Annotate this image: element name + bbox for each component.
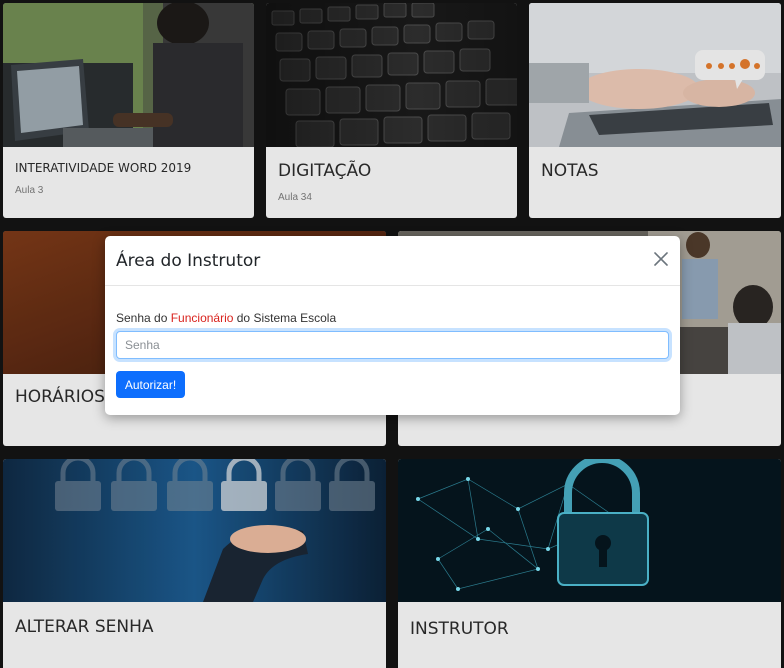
label-highlight: Funcionário bbox=[170, 311, 234, 325]
password-input[interactable] bbox=[116, 331, 669, 359]
close-icon bbox=[654, 252, 668, 266]
close-button[interactable] bbox=[650, 248, 672, 270]
label-text-after: do Sistema Escola bbox=[233, 311, 337, 325]
instructor-area-modal: Área do Instrutor Senha do Funcionário d… bbox=[105, 236, 680, 415]
label-text-before: Senha do bbox=[116, 311, 171, 325]
modal-title: Área do Instrutor bbox=[116, 251, 261, 271]
authorize-button[interactable]: Autorizar! bbox=[116, 371, 185, 398]
modal-header: Área do Instrutor bbox=[105, 236, 680, 286]
password-label: Senha do Funcionário do Sistema Escola bbox=[116, 311, 336, 325]
